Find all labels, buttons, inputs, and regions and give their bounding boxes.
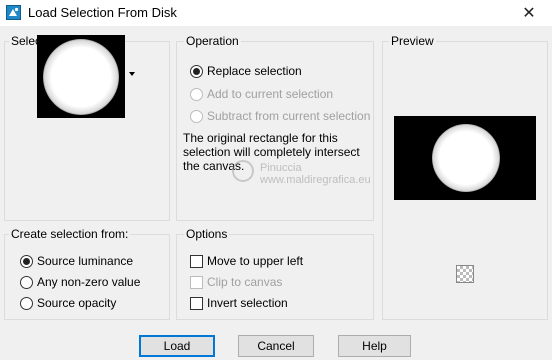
watermark-logo-icon [232, 160, 254, 182]
watermark-name: Pinuccia [260, 162, 302, 174]
cancel-button[interactable]: Cancel [238, 335, 314, 357]
radio-replace-selection[interactable]: Replace selection [190, 63, 302, 79]
window-title: Load Selection From Disk [28, 5, 177, 20]
radio-add-to-selection[interactable]: Add to current selection [190, 86, 333, 102]
transparency-checker-icon[interactable] [456, 265, 474, 283]
radio-indicator[interactable] [190, 109, 203, 123]
radio-label: Add to current selection [207, 87, 334, 101]
radio-label: Replace selection [207, 64, 302, 78]
checkbox-clip-to-canvas[interactable]: Clip to canvas [190, 274, 282, 290]
radio-indicator[interactable] [190, 87, 203, 101]
app-icon [6, 5, 21, 20]
radio-indicator[interactable] [190, 64, 203, 78]
radio-label: Any non-zero value [37, 275, 141, 289]
radio-source-luminance[interactable]: Source luminance [20, 253, 133, 269]
radio-indicator[interactable] [20, 254, 33, 268]
checkbox-invert-selection[interactable]: Invert selection [190, 295, 288, 311]
radio-any-non-zero-value[interactable]: Any non-zero value [20, 274, 140, 290]
close-icon: ✕ [522, 5, 536, 22]
checkbox-label: Clip to canvas [207, 275, 283, 289]
watermark-site: www.maldiregrafica.eu [260, 174, 371, 186]
checkbox-move-to-upper-left[interactable]: Move to upper left [190, 253, 303, 269]
checkbox-label: Move to upper left [207, 254, 304, 268]
radio-indicator[interactable] [20, 296, 33, 310]
preview-image [394, 116, 536, 200]
help-button[interactable]: Help [338, 335, 411, 357]
radio-indicator[interactable] [20, 275, 33, 289]
title-bar: Load Selection From Disk ✕ [0, 0, 552, 26]
selection-thumbnail[interactable] [37, 35, 125, 118]
create-selection-group-title: Create selection from: [9, 227, 131, 241]
radio-label: Source opacity [37, 296, 117, 310]
options-group-title: Options [184, 227, 230, 241]
preview-group-title: Preview [389, 34, 436, 48]
radio-source-opacity[interactable]: Source opacity [20, 295, 116, 311]
chevron-down-icon[interactable] [129, 72, 135, 76]
close-button[interactable]: ✕ [506, 0, 552, 26]
checkbox-indicator[interactable] [190, 254, 203, 268]
checkbox-indicator[interactable] [190, 275, 203, 289]
operation-group-title: Operation [184, 34, 241, 48]
load-button[interactable]: Load [139, 335, 215, 357]
radio-label: Subtract from current selection [207, 109, 371, 123]
checkbox-label: Invert selection [207, 296, 288, 310]
radio-subtract-from-selection[interactable]: Subtract from current selection [190, 108, 370, 124]
checkbox-indicator[interactable] [190, 296, 203, 310]
radio-label: Source luminance [37, 254, 134, 268]
